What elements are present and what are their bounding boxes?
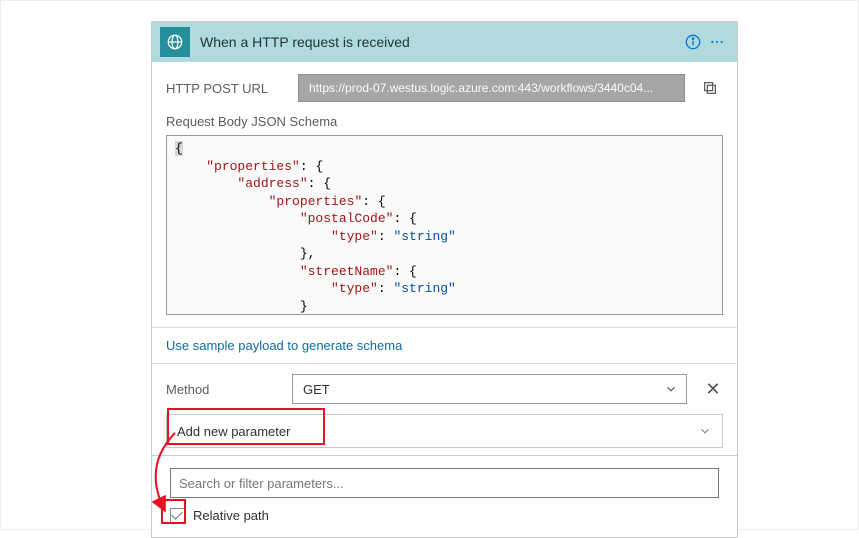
parameter-search-input[interactable]	[170, 468, 719, 498]
http-post-url-label: HTTP POST URL	[166, 81, 286, 96]
parameter-dropdown-panel: Relative path	[151, 455, 738, 538]
copy-url-icon[interactable]	[697, 75, 723, 101]
http-trigger-icon	[160, 27, 190, 57]
card-header: When a HTTP request is received	[152, 22, 737, 62]
chevron-down-icon	[664, 382, 678, 399]
info-icon[interactable]	[681, 34, 705, 50]
trigger-card: When a HTTP request is received HTTP POS…	[151, 21, 738, 463]
chevron-down-icon	[698, 424, 712, 441]
http-post-url-value[interactable]: https://prod-07.westus.logic.azure.com:4…	[298, 74, 685, 102]
schema-label: Request Body JSON Schema	[166, 114, 723, 129]
relative-path-checkbox[interactable]	[170, 508, 185, 523]
parameter-option-row[interactable]: Relative path	[170, 508, 719, 523]
card-title: When a HTTP request is received	[200, 34, 681, 50]
more-icon[interactable]	[705, 34, 729, 50]
add-new-parameter-label: Add new parameter	[167, 424, 300, 439]
method-select[interactable]: GET	[292, 374, 687, 404]
remove-method-icon[interactable]: ✕	[703, 379, 723, 400]
schema-editor[interactable]: { "properties": { "address": { "properti…	[166, 135, 723, 315]
method-label: Method	[166, 382, 276, 397]
method-value: GET	[303, 382, 330, 397]
use-sample-payload-link[interactable]: Use sample payload to generate schema	[166, 338, 402, 353]
add-new-parameter-dropdown[interactable]: Add new parameter	[166, 414, 723, 448]
relative-path-label: Relative path	[193, 508, 269, 523]
